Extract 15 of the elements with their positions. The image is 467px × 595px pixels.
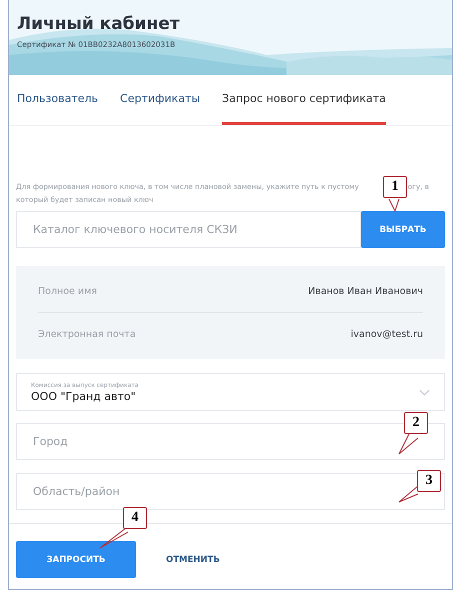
input-field[interactable]: Каталог ключевого носителя СКЗИ [16,211,361,248]
callout-number: 2 [404,412,428,434]
cancel-button[interactable]: ОТМЕНИТЬ [160,541,226,578]
info-label: Полное имя [38,286,97,296]
chevron-down-icon [419,388,430,396]
callout-number: 3 [417,470,441,492]
page-title: Личный кабинет [17,14,181,34]
info-value: ivanov@test.ru [350,328,423,340]
callout-number: 4 [123,507,147,529]
tab[interactable]: Запрос нового сертификата [222,75,386,125]
tab[interactable]: Пользователь [17,75,98,125]
info-value: Иванов Иван Иванович [308,286,423,296]
info-label: Электронная почта [38,328,136,340]
tab[interactable]: Сертификаты [120,75,200,125]
callout-number: 1 [383,176,407,198]
